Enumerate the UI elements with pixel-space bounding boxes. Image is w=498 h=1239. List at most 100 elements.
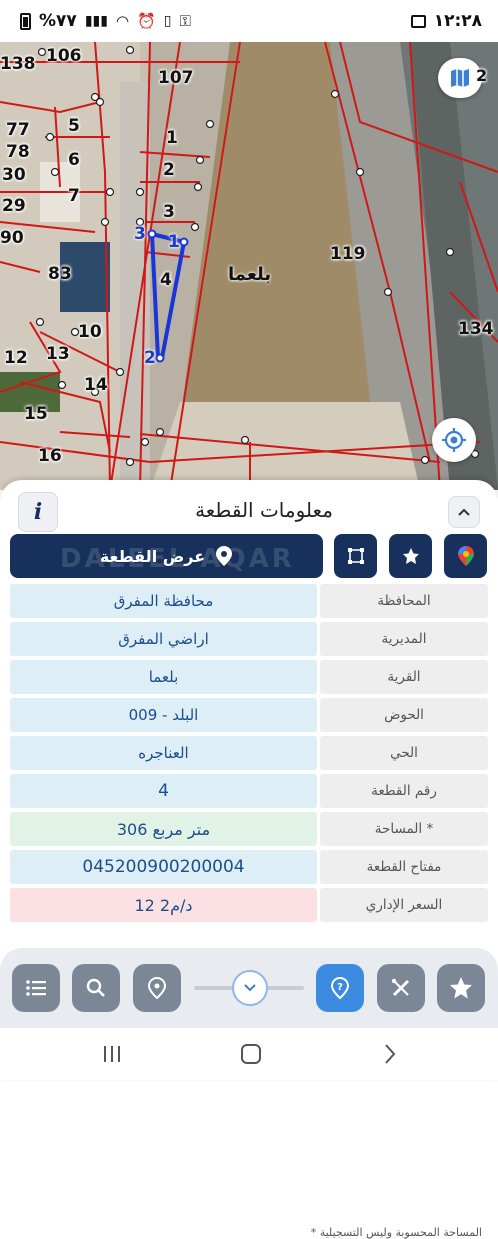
status-left: %٧٧ ▮▮▮ ◠ ⏰ ▯ ⚿ xyxy=(20,11,191,31)
plot-actions: DALEEL AQAR عرض القطعة xyxy=(10,534,488,578)
row-value: بلعما xyxy=(10,660,317,694)
row-value: البلد - 009 xyxy=(10,698,317,732)
parcel-number[interactable]: 83 xyxy=(48,264,72,284)
parcel-number[interactable]: 90 xyxy=(0,228,24,248)
table-row: 045200900200004 مفتاح القطعة xyxy=(10,850,488,884)
parcel-number[interactable]: 16 xyxy=(38,446,62,466)
clock-time: ١٢:٢٨ xyxy=(433,11,482,31)
row-value: 12 د/م2 xyxy=(10,888,317,922)
back-button[interactable] xyxy=(370,1036,410,1072)
row-value: اراضي المفرق xyxy=(10,622,317,656)
parcel-number[interactable]: 7 xyxy=(68,186,80,206)
vertex-pin-label: 2 xyxy=(144,348,156,368)
table-row: بلعما القرية xyxy=(10,660,488,694)
recent-apps-button[interactable] xyxy=(92,1036,132,1072)
list-icon xyxy=(26,980,46,996)
row-key: الحي xyxy=(320,736,488,770)
location-button[interactable] xyxy=(133,964,181,1012)
row-key: رقم القطعة xyxy=(320,774,488,808)
google-maps-button[interactable] xyxy=(444,534,487,578)
satellite-map[interactable]: 138 106 107 77 78 30 29 90 5 6 7 1 2 3 8… xyxy=(0,42,498,490)
parcel-number[interactable]: 107 xyxy=(158,68,194,88)
vertex-pin-label: 3 xyxy=(134,224,146,244)
parcel-number[interactable]: 14 xyxy=(84,375,108,395)
parcel-number[interactable]: 10 xyxy=(78,322,102,342)
bottom-toolbar: ? xyxy=(0,948,498,1028)
sheet-title: معلومات القطعة xyxy=(195,498,333,522)
row-key: الحوض xyxy=(320,698,488,732)
battery-percent: %٧٧ xyxy=(39,11,77,31)
chevron-right-icon xyxy=(385,1044,396,1064)
google-maps-icon xyxy=(457,546,474,566)
parcel-number[interactable]: 106 xyxy=(46,46,82,66)
table-row: 4 رقم القطعة xyxy=(10,774,488,808)
home-button[interactable] xyxy=(231,1036,271,1072)
polygon-select-icon xyxy=(347,548,364,564)
parcel-number[interactable]: 134 xyxy=(458,319,494,339)
status-right: ١٢:٢٨ xyxy=(410,11,482,31)
table-row: اراضي المفرق المديرية xyxy=(10,622,488,656)
info-button[interactable]: i xyxy=(18,492,58,532)
row-key: المساحة * xyxy=(320,812,488,846)
key-icon: ⚿ xyxy=(179,12,191,30)
favorite-button[interactable] xyxy=(389,534,432,578)
table-row: العناجره الحي xyxy=(10,736,488,770)
parcel-number[interactable]: 5 xyxy=(68,116,80,136)
row-key: السعر الإداري xyxy=(320,888,488,922)
help-location-button[interactable]: ? xyxy=(316,964,364,1012)
row-value: محافظة المفرق xyxy=(10,584,317,618)
star-icon xyxy=(450,977,472,999)
measure-tool-button[interactable] xyxy=(377,964,425,1012)
list-button[interactable] xyxy=(12,964,60,1012)
row-key: مفتاح القطعة xyxy=(320,850,488,884)
parcel-number[interactable]: 12 xyxy=(4,348,28,368)
chevron-up-icon xyxy=(458,508,470,516)
home-icon xyxy=(241,1044,261,1064)
row-value[interactable]: 045200900200004 xyxy=(10,850,317,884)
polygon-select-button[interactable] xyxy=(334,534,377,578)
search-button[interactable] xyxy=(72,964,120,1012)
parcel-number[interactable]: 2 xyxy=(163,160,175,180)
star-icon xyxy=(402,548,419,564)
parcel-number[interactable]: 138 xyxy=(0,54,36,74)
area-footnote: * المساحة المحسوبة وليس التسجيلية xyxy=(310,1226,482,1239)
show-plot-label: عرض القطعة xyxy=(99,546,206,566)
crosshair-icon xyxy=(442,428,466,452)
table-row: البلد - 009 الحوض xyxy=(10,698,488,732)
row-value: 306 متر مربع xyxy=(10,812,317,846)
vertex-pin-label: 1 xyxy=(168,232,180,252)
recent-apps-icon xyxy=(104,1046,120,1062)
table-row: 306 متر مربع المساحة * xyxy=(10,812,488,846)
parcel-number[interactable]: 1 xyxy=(166,128,178,148)
layers-badge: 2 xyxy=(476,66,488,85)
show-plot-button[interactable]: DALEEL AQAR عرض القطعة xyxy=(10,534,323,578)
selected-parcel-number[interactable]: 4 xyxy=(160,270,172,290)
parcel-number[interactable]: 77 xyxy=(6,120,30,140)
parcel-number[interactable]: 30 xyxy=(2,165,26,185)
measure-icon xyxy=(391,978,410,997)
parcel-number[interactable]: 29 xyxy=(2,196,26,216)
row-value: العناجره xyxy=(10,736,317,770)
location-pin-icon xyxy=(148,977,166,999)
parcel-number[interactable]: 3 xyxy=(163,202,175,222)
search-icon xyxy=(86,978,105,997)
village-label: بلعما xyxy=(228,264,272,285)
favorites-button[interactable] xyxy=(437,964,485,1012)
parcel-number[interactable]: 6 xyxy=(68,150,80,170)
collapse-button[interactable] xyxy=(448,496,480,528)
map-book-icon xyxy=(451,69,469,87)
parcel-number[interactable]: 15 xyxy=(24,404,48,424)
wifi-icon: ◠ xyxy=(115,12,130,30)
slider-knob[interactable] xyxy=(232,970,268,1006)
parcel-number[interactable]: 13 xyxy=(46,344,70,364)
parcel-number[interactable]: 119 xyxy=(330,244,366,264)
locate-me-button[interactable] xyxy=(432,418,476,462)
help-pin-icon: ? xyxy=(330,976,350,1000)
signal-icon: ▮▮▮ xyxy=(84,13,108,29)
table-row: محافظة المفرق المحافظة xyxy=(10,584,488,618)
chevron-down-icon xyxy=(244,984,256,992)
row-key: المحافظة xyxy=(320,584,488,618)
info-icon: i xyxy=(33,499,43,525)
parcel-number[interactable]: 78 xyxy=(6,142,30,162)
alarm-icon: ⏰ xyxy=(137,12,156,30)
